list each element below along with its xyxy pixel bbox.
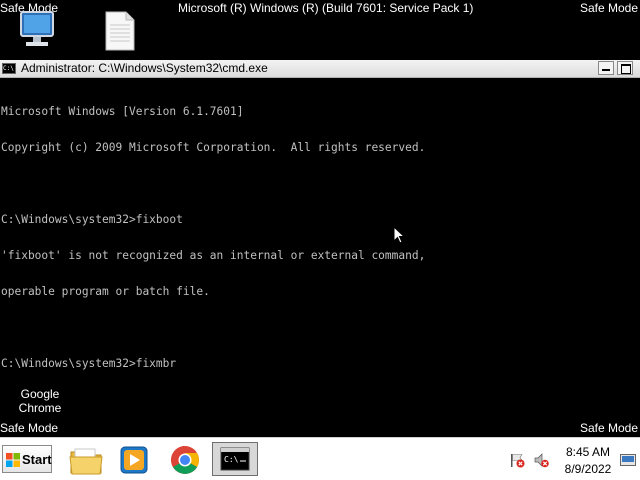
- cmd-taskbar-button[interactable]: C:\: [212, 442, 258, 476]
- volume-muted-icon[interactable]: [533, 452, 549, 468]
- svg-text:C:\: C:\: [224, 455, 239, 464]
- taskbar: Start C:\ 8:45 AM 8/9/2022: [0, 437, 640, 480]
- cmd-window[interactable]: C:\ Administrator: C:\Windows\System32\c…: [0, 60, 640, 382]
- console-prompt-line[interactable]: C:\Windows\system32>fixmbr: [1, 358, 640, 370]
- start-label: Start: [22, 452, 52, 467]
- console-line: C:\Windows\system32>fixboot: [1, 213, 183, 226]
- action-center-flag-icon[interactable]: [509, 452, 525, 468]
- clock-date[interactable]: 8/9/2022: [558, 462, 618, 476]
- safe-mode-label-top-right: Safe Mode: [579, 1, 638, 15]
- safe-mode-label-bottom-left: Safe Mode: [0, 421, 59, 435]
- media-player-icon[interactable]: [114, 442, 154, 478]
- console-line: Copyright (c) 2009 Microsoft Corporation…: [1, 141, 426, 154]
- google-chrome-icon[interactable]: [165, 442, 205, 478]
- windows-build-text: Microsoft (R) Windows (R) (Build 7601: S…: [178, 1, 474, 15]
- cmd-window-icon[interactable]: C:\: [2, 63, 16, 74]
- console-line: Microsoft Windows [Version 6.1.7601]: [1, 105, 244, 118]
- google-chrome-shortcut-label[interactable]: Google Chrome: [10, 387, 70, 415]
- cmd-icon: C:\: [220, 447, 250, 471]
- windows-explorer-icon[interactable]: [66, 442, 106, 478]
- desktop: Safe Mode Microsoft (R) Windows (R) (Bui…: [0, 0, 640, 480]
- console-line: operable program or batch file.: [1, 285, 210, 298]
- show-desktop-icon[interactable]: [620, 454, 636, 466]
- clock-time[interactable]: 8:45 AM: [560, 445, 616, 459]
- document-icon[interactable]: [102, 10, 142, 51]
- start-button[interactable]: Start: [2, 445, 52, 473]
- windows-logo-icon: [6, 453, 20, 467]
- cmd-window-title: Administrator: C:\Windows\System32\cmd.e…: [21, 61, 268, 75]
- mouse-cursor-icon: [393, 226, 405, 244]
- safe-mode-label-bottom-right: Safe Mode: [579, 421, 638, 435]
- cmd-console-output[interactable]: Microsoft Windows [Version 6.1.7601] Cop…: [0, 82, 640, 382]
- console-line: 'fixboot' is not recognized as an intern…: [1, 249, 426, 262]
- cmd-titlebar[interactable]: C:\ Administrator: C:\Windows\System32\c…: [0, 60, 640, 78]
- minimize-button[interactable]: [598, 61, 614, 75]
- maximize-button[interactable]: [617, 61, 633, 75]
- computer-icon[interactable]: [15, 10, 55, 50]
